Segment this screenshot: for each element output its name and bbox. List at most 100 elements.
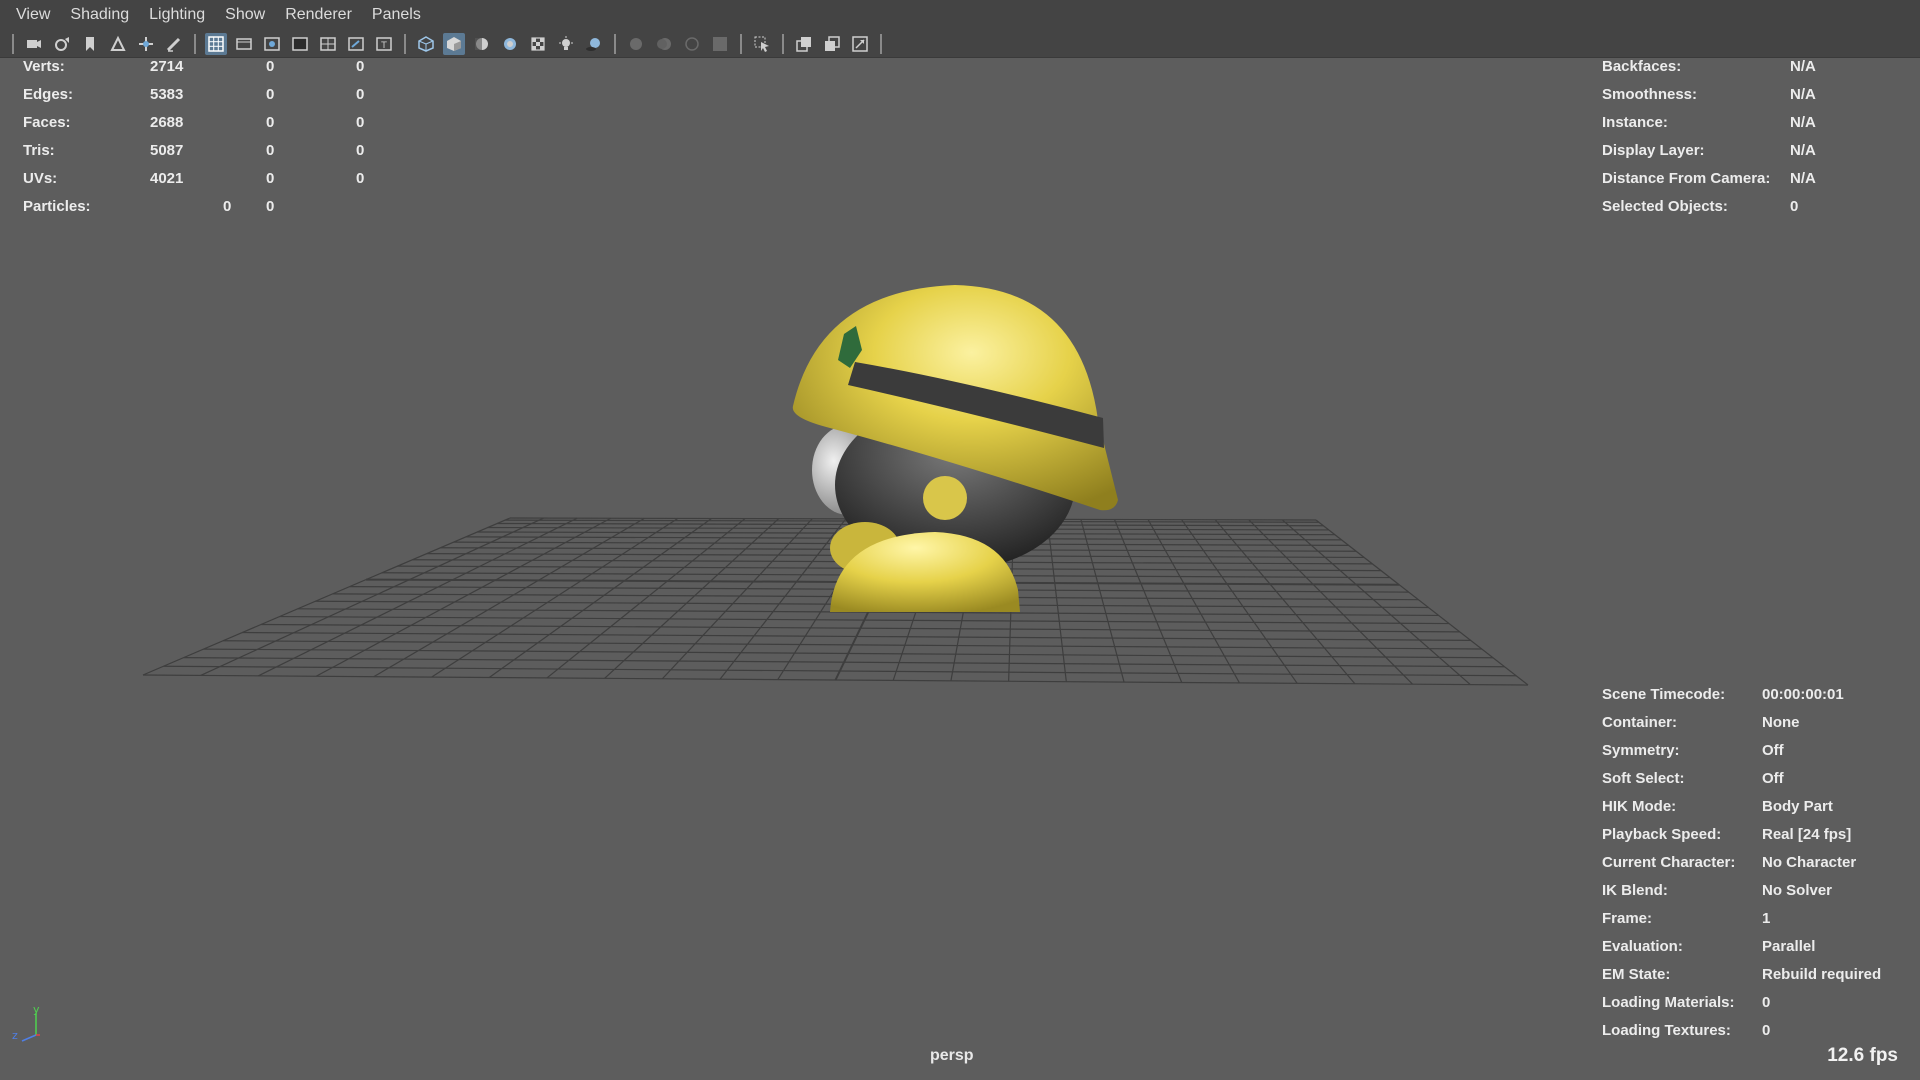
camera-attr-icon[interactable] — [51, 33, 73, 55]
xray-active-icon[interactable] — [821, 33, 843, 55]
scene-info-label: Soft Select: — [1602, 770, 1685, 787]
grid-line — [1181, 519, 1298, 684]
poly-stat-object-value: 0 — [266, 58, 275, 75]
toolbar-separator — [404, 33, 406, 54]
scene-info-row: Loading Textures: 0 — [1602, 1017, 1920, 1045]
poly-stat-selected-value: 0 — [356, 58, 365, 75]
maya-viewport-window: View Shading Lighting Show Renderer Pane… — [0, 0, 1920, 1080]
textured-icon[interactable] — [499, 33, 521, 55]
object-info-row: Selected Objects: 0 — [1602, 193, 1902, 221]
scene-info-row: Frame: 1 — [1602, 905, 1920, 933]
grid-line — [1315, 519, 1529, 686]
wireframe-icon[interactable] — [415, 33, 437, 55]
hud-object-details: Backfaces: N/A Smoothness: N/A Instance: N/A D… — [1602, 53, 1902, 221]
gate-mask-icon[interactable] — [289, 33, 311, 55]
scene-info-row: EM State: Rebuild required — [1602, 961, 1920, 989]
image-plane-icon[interactable] — [107, 33, 129, 55]
scene-info-label: Current Character: — [1602, 854, 1736, 871]
xray-joints-icon[interactable] — [793, 33, 815, 55]
poly-stat-selected-value: 0 — [356, 114, 365, 131]
camera-name-label: persp — [930, 1047, 974, 1064]
smooth-shade-icon[interactable] — [443, 32, 465, 55]
safe-title-icon[interactable]: T — [373, 33, 395, 55]
menu-show[interactable]: Show — [215, 0, 275, 30]
poly-stat-row: Verts: 2714 0 0 — [23, 53, 403, 81]
object-info-value: N/A — [1790, 114, 1816, 131]
grid-line — [200, 517, 544, 676]
scene-info-label: Loading Textures: — [1602, 1022, 1731, 1039]
poly-stat-selected-value: 0 — [356, 170, 365, 187]
grid-line — [242, 631, 1471, 641]
scene-info-row: Evaluation: Parallel — [1602, 933, 1920, 961]
particles-label: Particles: — [23, 198, 91, 215]
object-info-row: Smoothness: N/A — [1602, 81, 1902, 109]
object-info-label: Smoothness: — [1602, 86, 1698, 103]
scene-info-label: HIK Mode: — [1602, 798, 1677, 815]
grid-line — [142, 674, 1529, 686]
hud-scene-info: Scene Timecode: 00:00:00:01 Container: None… — [1602, 681, 1920, 1045]
scene-info-label: IK Blend: — [1602, 882, 1668, 899]
poly-stat-scene-value: 4021 — [150, 170, 184, 187]
scene-info-value: Off — [1762, 770, 1784, 787]
motion-blur-icon[interactable] — [653, 33, 675, 55]
isolate-select-icon[interactable] — [751, 33, 773, 55]
scene-info-row: Symmetry: Off — [1602, 737, 1920, 765]
resolution-gate-icon[interactable] — [261, 33, 283, 55]
field-chart-icon[interactable] — [317, 33, 339, 55]
axis-y-label: y — [33, 1003, 40, 1016]
view-axis-gizmo: y z — [12, 1003, 40, 1042]
object-info-value: N/A — [1790, 86, 1816, 103]
menu-view[interactable]: View — [6, 0, 60, 30]
camera-icon[interactable] — [23, 33, 45, 55]
scene-info-value: Rebuild required — [1762, 966, 1882, 983]
object-info-row: Display Layer: N/A — [1602, 137, 1902, 165]
2d-pan-icon[interactable] — [135, 33, 157, 55]
toolbar-separator — [880, 33, 882, 54]
grid-icon[interactable] — [205, 32, 227, 55]
shadows-icon[interactable] — [583, 33, 605, 55]
poly-stat-label: Edges: — [23, 86, 74, 103]
object-info-label: Display Layer: — [1602, 142, 1705, 159]
object-info-row: Instance: N/A — [1602, 109, 1902, 137]
grid-line — [1147, 519, 1240, 684]
backface-icon[interactable] — [849, 33, 871, 55]
particles-selected-value: 0 — [266, 198, 275, 215]
poly-stat-selected-value: 0 — [356, 86, 365, 103]
svg-text:T: T — [380, 41, 387, 51]
poly-stat-object-value: 0 — [266, 86, 275, 103]
xray-icon[interactable] — [527, 33, 549, 55]
grease-pencil-icon[interactable] — [163, 33, 185, 55]
poly-stat-label: Faces: — [23, 114, 71, 131]
poly-stat-row: UVs: 4021 0 0 — [23, 165, 403, 193]
scene-info-row: HIK Mode: Body Part — [1602, 793, 1920, 821]
scene-info-value: 00:00:00:01 — [1762, 686, 1844, 703]
film-gate-icon[interactable] — [233, 33, 255, 55]
object-info-label: Selected Objects: — [1602, 198, 1728, 215]
grid-line — [203, 648, 1494, 659]
poly-stat-row: Edges: 5383 0 0 — [23, 81, 403, 109]
scene-info-value: Real [24 fps] — [1762, 826, 1852, 843]
body-button-mesh[interactable] — [923, 476, 967, 520]
default-material-icon[interactable] — [471, 33, 493, 55]
menu-panels[interactable]: Panels — [362, 0, 431, 30]
object-info-label: Instance: — [1602, 114, 1668, 131]
menu-lighting[interactable]: Lighting — [139, 0, 215, 30]
toolbar-separator — [614, 33, 616, 54]
bookmark-icon[interactable] — [79, 33, 101, 55]
anti-alias-icon[interactable] — [681, 33, 703, 55]
screen-space-ao-icon[interactable] — [625, 33, 647, 55]
scene-info-label: EM State: — [1602, 966, 1671, 983]
poly-stat-scene-value: 5087 — [150, 142, 184, 159]
scene-info-row: Soft Select: Off — [1602, 765, 1920, 793]
poly-stat-label: UVs: — [23, 170, 58, 187]
poly-stat-object-value: 0 — [266, 170, 275, 187]
safe-action-icon[interactable] — [345, 33, 367, 55]
lights-icon[interactable] — [555, 33, 577, 55]
depth-of-field-icon[interactable] — [709, 33, 731, 55]
menu-shading[interactable]: Shading — [60, 0, 139, 30]
scene-info-row: Current Character: No Character — [1602, 849, 1920, 877]
menu-renderer[interactable]: Renderer — [275, 0, 362, 30]
scene-info-value: Parallel — [1762, 938, 1816, 955]
object-info-row: Distance From Camera: N/A — [1602, 165, 1902, 193]
scene-info-value: 1 — [1762, 910, 1771, 927]
